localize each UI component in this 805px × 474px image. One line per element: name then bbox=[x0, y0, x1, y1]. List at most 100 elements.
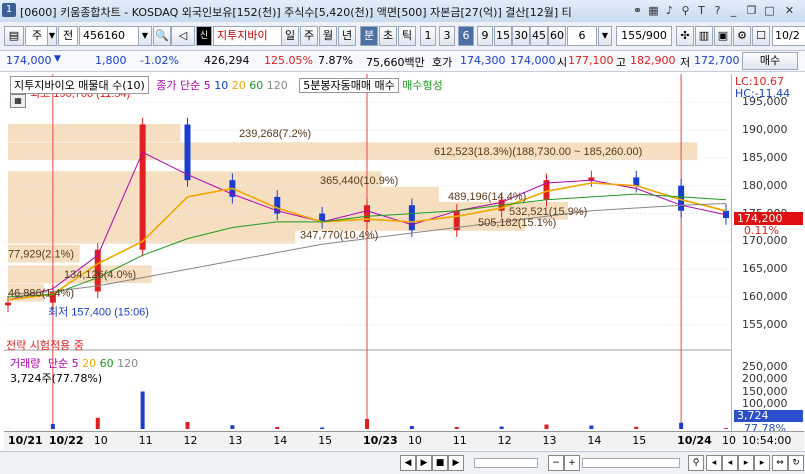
market-select[interactable]: 주 bbox=[25, 26, 49, 46]
x-tick-label: 13 bbox=[543, 434, 557, 447]
quote-bid: 174,000 bbox=[510, 54, 556, 67]
stop-icon[interactable]: ■ bbox=[432, 455, 448, 471]
save-icon[interactable]: ▣ bbox=[714, 26, 732, 46]
link-icon[interactable]: ⚭ bbox=[630, 3, 645, 18]
search-icon-bottom[interactable]: ⚲ bbox=[688, 455, 704, 471]
volume-bar bbox=[186, 422, 190, 429]
volume-bar bbox=[410, 426, 414, 429]
candle-body bbox=[140, 125, 146, 250]
stock-info-icon[interactable]: 신 bbox=[196, 26, 212, 46]
search-icon[interactable]: 🔍 bbox=[153, 26, 171, 46]
buy-button[interactable]: 매수 bbox=[742, 52, 798, 70]
grid-icon[interactable]: ▦ bbox=[646, 3, 661, 18]
last-page-icon[interactable]: ▸ bbox=[754, 455, 770, 471]
volume-ma-5[interactable]: 5 bbox=[72, 357, 79, 370]
x-tick-label: 15 bbox=[318, 434, 332, 447]
interval-9[interactable]: 9 bbox=[477, 26, 493, 46]
close-icon[interactable]: ✕ bbox=[782, 3, 797, 18]
options-icon[interactable]: ☐ bbox=[752, 26, 770, 46]
type-select[interactable]: 전 bbox=[58, 26, 78, 46]
calendar-icon[interactable]: ▦ bbox=[10, 94, 26, 108]
market-dropdown-icon[interactable]: ▼ bbox=[47, 26, 57, 46]
scroll-right-icon[interactable]: ▶ bbox=[448, 455, 464, 471]
period-tick[interactable]: 틱 bbox=[398, 26, 416, 46]
period-second[interactable]: 초 bbox=[379, 26, 397, 46]
y-tick-label: 185,000 bbox=[742, 151, 788, 164]
volume-ma-20[interactable]: 20 bbox=[82, 357, 96, 370]
volume-bar bbox=[141, 392, 145, 430]
volume-bar bbox=[96, 418, 100, 429]
volume-bar bbox=[320, 428, 324, 430]
move-icon[interactable]: ✣ bbox=[676, 26, 694, 46]
quote-open: 177,100 bbox=[568, 54, 614, 67]
scroll-left-icon[interactable]: ◀ bbox=[400, 455, 416, 471]
scroll-track[interactable] bbox=[474, 458, 538, 468]
interval-60[interactable]: 60 bbox=[548, 26, 566, 46]
zoom-in-icon[interactable]: + bbox=[564, 455, 580, 471]
volume-ma-label[interactable]: 단순 bbox=[48, 357, 68, 370]
pin-icon[interactable]: ⚲ bbox=[678, 3, 693, 18]
period-day[interactable]: 일 bbox=[281, 26, 299, 46]
chart-menu-icon[interactable]: ▤ bbox=[4, 26, 24, 46]
interval-45[interactable]: 45 bbox=[530, 26, 548, 46]
volume-bar bbox=[724, 428, 728, 429]
candle-body bbox=[633, 177, 639, 185]
period-year[interactable]: 년 bbox=[338, 26, 356, 46]
price-axis[interactable]: LC:10.67 HC:-11.44 195,000190,000185,000… bbox=[731, 74, 804, 431]
interval-3[interactable]: 3 bbox=[439, 26, 455, 46]
period-month[interactable]: 월 bbox=[319, 26, 337, 46]
code-dropdown-icon[interactable]: ▼ bbox=[138, 26, 152, 46]
volume-bar bbox=[51, 424, 55, 429]
count-display[interactable]: 155/900 bbox=[616, 26, 672, 46]
restore-icon[interactable]: ❐ bbox=[744, 3, 759, 18]
bell-icon[interactable]: ♪ bbox=[662, 3, 677, 18]
prev-page-icon[interactable]: ◂ bbox=[722, 455, 738, 471]
interval-1[interactable]: 1 bbox=[420, 26, 436, 46]
stock-code-input[interactable]: 456160 bbox=[79, 26, 140, 46]
chart-type-icon[interactable]: ▥ bbox=[695, 26, 713, 46]
maximize-icon[interactable]: □ bbox=[762, 3, 777, 18]
date-input[interactable]: 10/2 bbox=[772, 26, 805, 46]
ma-period-20[interactable]: 20 bbox=[232, 79, 246, 92]
x-tick-label: 13 bbox=[228, 434, 242, 447]
volume-tick-label: 250,000 bbox=[742, 360, 788, 373]
ma-period-5[interactable]: 5 bbox=[204, 79, 211, 92]
fit-icon[interactable]: ⇔ bbox=[772, 455, 788, 471]
volume-ma-120[interactable]: 120 bbox=[117, 357, 138, 370]
volume-ma-60[interactable]: 60 bbox=[100, 357, 114, 370]
interval-select[interactable]: 6 bbox=[567, 26, 597, 46]
settings-icon[interactable]: ⚙ bbox=[733, 26, 751, 46]
minimize-icon[interactable]: _ bbox=[726, 3, 741, 18]
profile-label: 612,523(18.3%)(188,730.00 ~ 185,260.00) bbox=[434, 146, 642, 158]
volume-legend-title[interactable]: 거래량 bbox=[10, 357, 40, 370]
play-icon[interactable]: ▶ bbox=[416, 455, 432, 471]
help-icon[interactable]: ? bbox=[710, 3, 725, 18]
interval-dropdown-icon[interactable]: ▼ bbox=[598, 26, 612, 46]
sound-icon[interactable]: ◁ bbox=[171, 26, 195, 46]
hoga-label: 호가 bbox=[432, 54, 452, 70]
interval-6[interactable]: 6 bbox=[458, 26, 474, 46]
refresh-icon[interactable]: ↻ bbox=[788, 455, 804, 471]
x-tick-label: 12 bbox=[184, 434, 198, 447]
y-tick-label: 180,000 bbox=[742, 179, 788, 192]
ma-period-120[interactable]: 120 bbox=[267, 79, 288, 92]
legend-title[interactable]: 지투지바이오 매물대 수(10) bbox=[10, 76, 149, 94]
zoom-slider[interactable] bbox=[582, 458, 680, 468]
volume-bar bbox=[500, 427, 504, 430]
ma-period-60[interactable]: 60 bbox=[249, 79, 263, 92]
period-week[interactable]: 주 bbox=[300, 26, 318, 46]
period-minute[interactable]: 분 bbox=[360, 26, 378, 46]
interval-30[interactable]: 30 bbox=[512, 26, 530, 46]
interval-15[interactable]: 15 bbox=[494, 26, 512, 46]
price-volume-chart[interactable]: 239,268(7.2%)612,523(18.3%)(188,730.00 ~… bbox=[4, 74, 731, 431]
first-page-icon[interactable]: ◂ bbox=[706, 455, 722, 471]
zoom-out-icon[interactable]: − bbox=[548, 455, 564, 471]
text-icon[interactable]: T bbox=[694, 3, 709, 18]
next-page-icon[interactable]: ▸ bbox=[738, 455, 754, 471]
stock-name[interactable]: 지투지바이 bbox=[213, 26, 282, 46]
volume-bar bbox=[275, 427, 279, 429]
signal-name[interactable]: 5분봉자동매매 매수 bbox=[299, 78, 398, 93]
ma-period-10[interactable]: 10 bbox=[214, 79, 228, 92]
ma-label[interactable]: 종가 단순 bbox=[156, 79, 200, 92]
chart-area[interactable]: 239,268(7.2%)612,523(18.3%)(188,730.00 ~… bbox=[4, 74, 731, 431]
